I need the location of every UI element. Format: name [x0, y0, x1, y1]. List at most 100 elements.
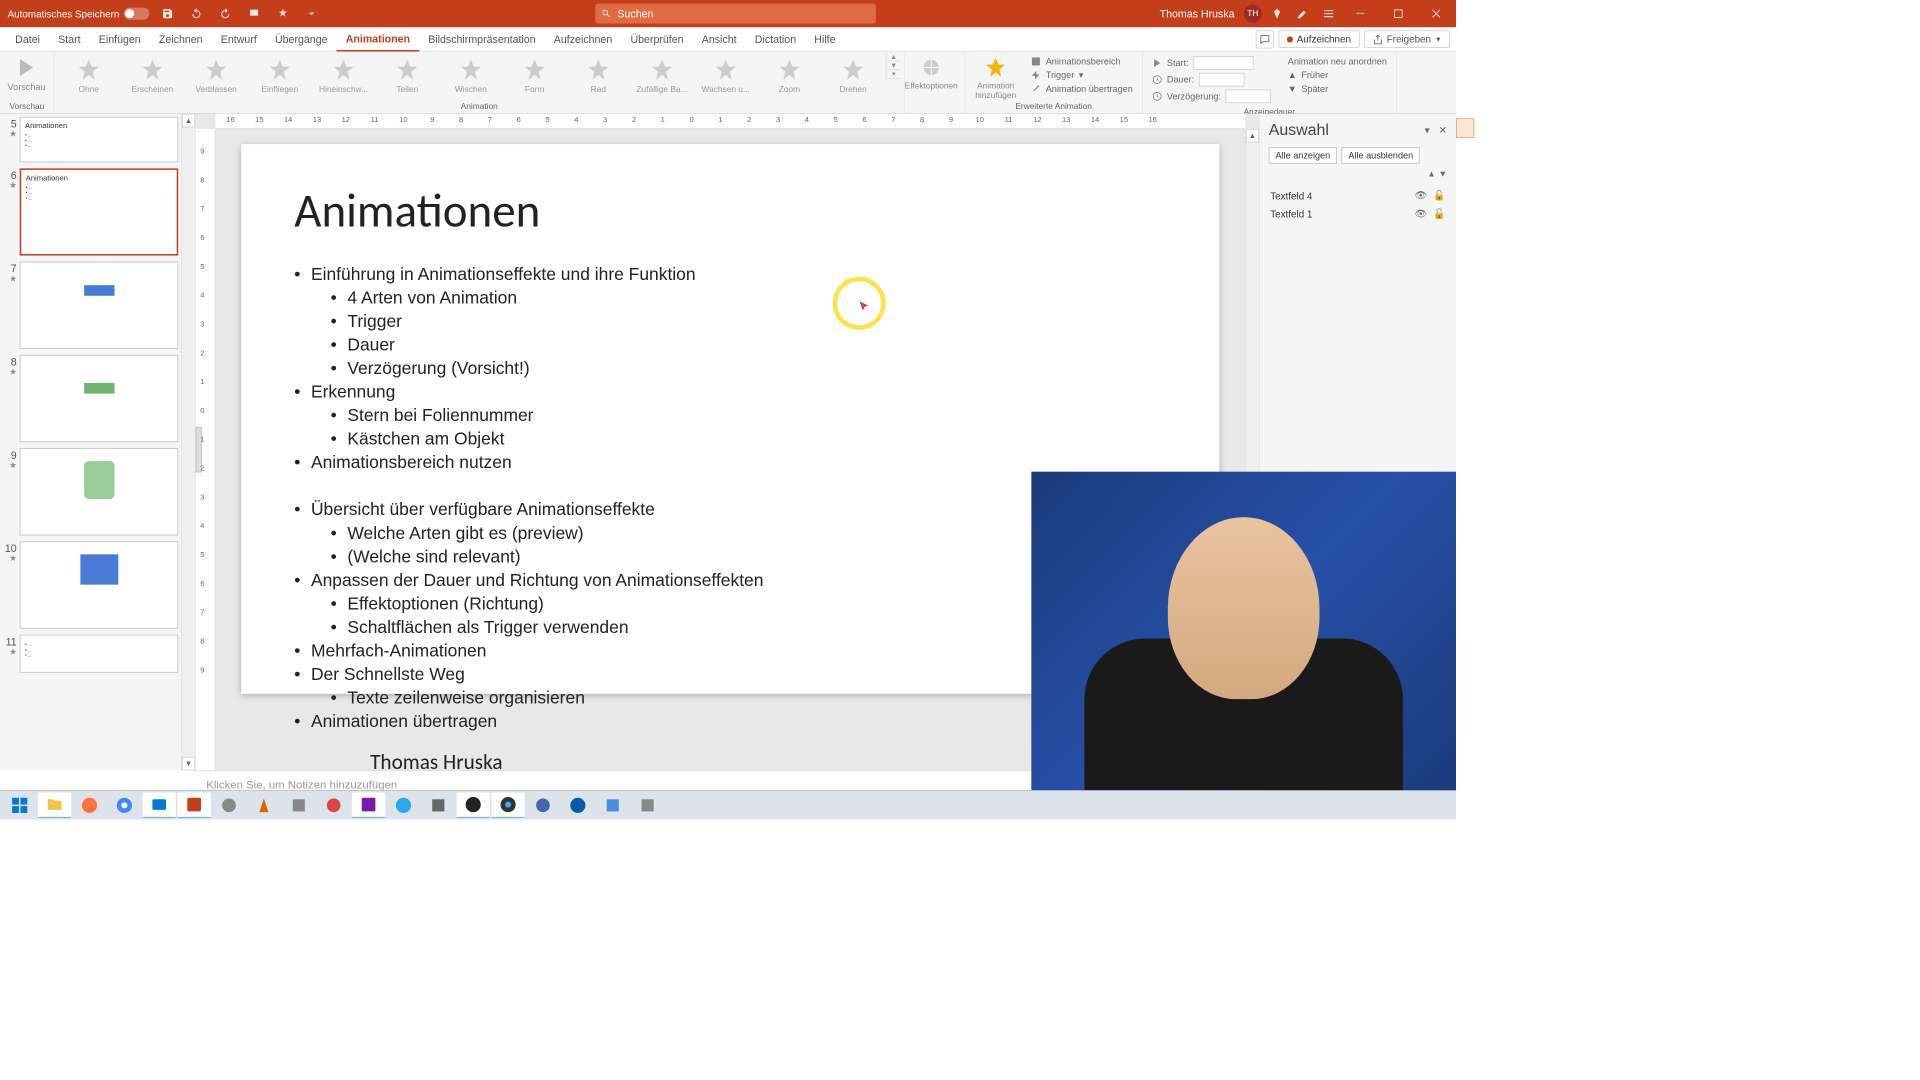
- telegram-icon[interactable]: [387, 792, 420, 818]
- tab-presentation[interactable]: Bildschirmpräsentation: [419, 27, 545, 51]
- add-animation-button[interactable]: Animation hinzufügen: [968, 53, 1023, 100]
- animation-form[interactable]: Form: [504, 53, 566, 94]
- slide-thumbnail-11[interactable]: • ...• ...• ...: [20, 635, 178, 673]
- move-up-icon[interactable]: ▲: [1427, 170, 1435, 179]
- undo-icon[interactable]: [186, 3, 207, 24]
- app-icon-6[interactable]: [596, 792, 629, 818]
- tab-einfuegen[interactable]: Einfügen: [90, 27, 150, 51]
- hide-all-button[interactable]: Alle ausblenden: [1342, 147, 1420, 164]
- preview-button[interactable]: Vorschau: [3, 53, 50, 92]
- scroll-down-icon[interactable]: ▼: [182, 757, 195, 771]
- slide-thumbnail-10[interactable]: [20, 541, 178, 628]
- firefox-icon[interactable]: [73, 792, 106, 818]
- effect-options-button[interactable]: Effektoptionen: [908, 53, 955, 91]
- scroll-up-icon[interactable]: ▲: [1246, 129, 1259, 143]
- diamond-icon[interactable]: [1266, 3, 1287, 24]
- move-down-icon[interactable]: ▼: [1439, 170, 1447, 179]
- animation-painter-button[interactable]: Animation übertragen: [1031, 83, 1133, 94]
- selection-item[interactable]: Textfeld 1👁🔓: [1269, 205, 1447, 223]
- animation-teilen[interactable]: Teilen: [376, 53, 438, 94]
- tab-zeichnen[interactable]: Zeichnen: [150, 27, 212, 51]
- gallery-more-icon[interactable]: ▾: [886, 70, 900, 79]
- move-earlier-button[interactable]: ▲ Früher: [1288, 70, 1387, 81]
- slide-thumbnail-6[interactable]: Animationen• ...• ...• ...: [20, 168, 178, 255]
- animation-erscheinen[interactable]: Erscheinen: [121, 53, 183, 94]
- app-icon-3[interactable]: [317, 792, 350, 818]
- start-icon[interactable]: [244, 3, 265, 24]
- selection-item[interactable]: Textfeld 4👁🔓: [1269, 187, 1447, 205]
- chevron-down-icon[interactable]: ▾: [1425, 124, 1430, 136]
- explorer-icon[interactable]: [38, 792, 71, 818]
- search-box[interactable]: [595, 4, 876, 24]
- outlook-icon[interactable]: [143, 792, 176, 818]
- record-app-icon[interactable]: [491, 792, 524, 818]
- app-icon[interactable]: [212, 792, 245, 818]
- slide-thumbnail-5[interactable]: Animationen• ...• ...• ...: [20, 117, 178, 162]
- animation-zufällige ba...[interactable]: Zufällige Ba...: [631, 53, 693, 94]
- delay-field[interactable]: Verzögerung:: [1152, 89, 1271, 103]
- gallery-down-icon[interactable]: ▼: [886, 61, 900, 69]
- lock-icon[interactable]: 🔓: [1433, 190, 1445, 202]
- close-icon[interactable]: ✕: [1439, 124, 1447, 136]
- app-icon-2[interactable]: [282, 792, 315, 818]
- chrome-icon[interactable]: [108, 792, 141, 818]
- app-icon-7[interactable]: [631, 792, 664, 818]
- vlc-icon[interactable]: [247, 792, 280, 818]
- animation-rad[interactable]: Rad: [567, 53, 629, 94]
- slide-title[interactable]: Animationen: [294, 182, 1166, 240]
- visibility-icon[interactable]: 👁: [1415, 208, 1428, 220]
- redo-icon[interactable]: [215, 3, 236, 24]
- animation-ohne[interactable]: Ohne: [58, 53, 120, 94]
- animation-zoom[interactable]: Zoom: [758, 53, 820, 94]
- animation-pane-button[interactable]: Animationsbereich: [1031, 56, 1133, 67]
- app-icon-5[interactable]: [526, 792, 559, 818]
- tab-hilfe[interactable]: Hilfe: [805, 27, 844, 51]
- thumbnails-scrollbar[interactable]: ▲ ▼: [181, 114, 195, 771]
- animation-hineinschw...[interactable]: Hineinschw...: [312, 53, 374, 94]
- obs-icon[interactable]: [457, 792, 490, 818]
- comments-button[interactable]: [1256, 30, 1274, 48]
- user-name[interactable]: Thomas Hruska: [1160, 8, 1235, 20]
- tab-ansicht[interactable]: Ansicht: [693, 27, 746, 51]
- toggle-switch[interactable]: [124, 8, 150, 20]
- pen-icon[interactable]: [1292, 3, 1313, 24]
- search-input[interactable]: [617, 8, 869, 20]
- start-field[interactable]: Start:: [1152, 56, 1271, 70]
- touch-icon[interactable]: [273, 3, 294, 24]
- gallery-up-icon[interactable]: ▲: [886, 53, 900, 61]
- side-tab-button[interactable]: [1456, 118, 1474, 138]
- tab-animationen[interactable]: Animationen: [337, 27, 419, 51]
- qat-more-icon[interactable]: [301, 3, 322, 24]
- close-button[interactable]: [1420, 0, 1453, 27]
- animation-verblassen[interactable]: Verblassen: [185, 53, 247, 94]
- scroll-up-icon[interactable]: ▲: [182, 114, 195, 128]
- tab-datei[interactable]: Datei: [6, 27, 49, 51]
- maximize-button[interactable]: [1382, 0, 1415, 27]
- tab-uebergaenge[interactable]: Übergänge: [266, 27, 337, 51]
- animation-einfliegen[interactable]: Einfliegen: [249, 53, 311, 94]
- app-icon-4[interactable]: [422, 792, 455, 818]
- animation-drehen[interactable]: Drehen: [822, 53, 884, 94]
- edge-icon[interactable]: [561, 792, 594, 818]
- tab-start[interactable]: Start: [49, 27, 90, 51]
- visibility-icon[interactable]: 👁: [1415, 190, 1428, 202]
- tab-dictation[interactable]: Dictation: [746, 27, 806, 51]
- animation-wischen[interactable]: Wischen: [440, 53, 502, 94]
- minimize-button[interactable]: [1344, 0, 1377, 27]
- ribbon-options-icon[interactable]: [1318, 3, 1339, 24]
- tab-aufzeichnen[interactable]: Aufzeichnen: [545, 27, 622, 51]
- start-menu-button[interactable]: [3, 792, 36, 818]
- save-icon[interactable]: [157, 3, 178, 24]
- share-button[interactable]: Freigeben▼: [1364, 30, 1450, 47]
- slide-thumbnail-7[interactable]: [20, 262, 178, 349]
- autosave-toggle[interactable]: Automatisches Speichern: [8, 8, 150, 20]
- powerpoint-icon[interactable]: [177, 792, 210, 818]
- tab-ueberpruefen[interactable]: Überprüfen: [621, 27, 692, 51]
- slide-thumbnail-8[interactable]: [20, 355, 178, 442]
- user-avatar[interactable]: TH: [1244, 5, 1262, 23]
- animation-wachsen u...[interactable]: Wachsen u...: [695, 53, 757, 94]
- tab-entwurf[interactable]: Entwurf: [212, 27, 266, 51]
- onenote-icon[interactable]: [352, 792, 385, 818]
- record-button[interactable]: Aufzeichnen: [1279, 30, 1360, 47]
- show-all-button[interactable]: Alle anzeigen: [1269, 147, 1337, 164]
